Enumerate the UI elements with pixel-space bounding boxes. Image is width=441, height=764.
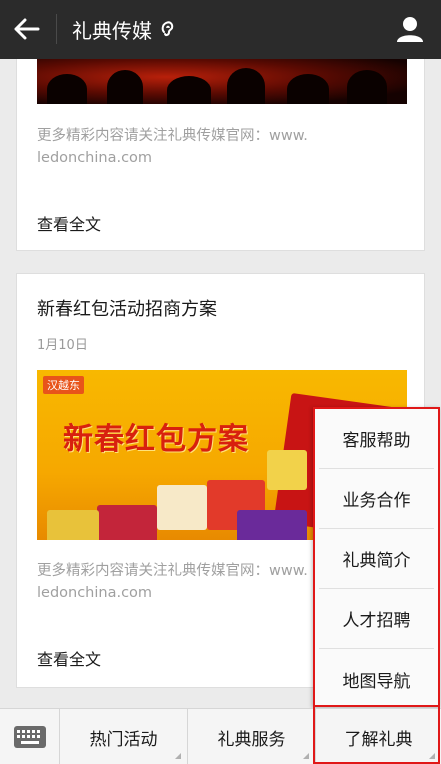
read-more-link[interactable]: 查看全文: [37, 646, 101, 670]
article-card[interactable]: 更多精彩内容请关注礼典传媒官网：www. ledonchina.com 查看全文: [16, 59, 425, 251]
menu-item-customer-help[interactable]: 客服帮助: [319, 409, 434, 469]
submenu-indicator-icon: [429, 753, 435, 759]
page-title: 礼典传媒: [72, 18, 152, 43]
read-more-link[interactable]: 查看全文: [37, 211, 101, 235]
submenu-indicator-icon: [303, 753, 309, 759]
user-icon: [397, 17, 423, 42]
tab-label: 礼典服务: [217, 729, 286, 750]
menu-item-careers[interactable]: 人才招聘: [319, 589, 434, 649]
menu-item-map-navigation[interactable]: 地图导航: [319, 649, 434, 709]
profile-button[interactable]: [391, 10, 429, 48]
top-bar: 礼典传媒: [0, 0, 441, 59]
tab-hot-events[interactable]: 热门活动: [60, 709, 188, 764]
submenu-indicator-icon: [175, 753, 181, 759]
keyboard-toggle-button[interactable]: [0, 709, 60, 764]
bottom-menu-bar: 热门活动 礼典服务 了解礼典: [0, 708, 441, 764]
menu-item-company-intro[interactable]: 礼典简介: [319, 529, 434, 589]
banner-logo: 汉越东: [43, 376, 84, 394]
arrow-left-icon: [14, 18, 40, 40]
tab-label: 了解礼典: [344, 729, 413, 750]
ear-icon[interactable]: [160, 20, 176, 38]
tab-label: 热门活动: [89, 729, 158, 750]
article-thumbnail: [37, 59, 407, 104]
article-date: 1月10日: [37, 338, 88, 353]
banner-text: 新春红包方案: [63, 422, 249, 457]
tab-about[interactable]: 了解礼典: [316, 709, 441, 764]
tab-services[interactable]: 礼典服务: [188, 709, 316, 764]
title-area: 礼典传媒: [72, 14, 176, 44]
divider: [56, 14, 57, 44]
article-title[interactable]: 新春红包活动招商方案: [37, 295, 217, 321]
menu-item-business-cooperation[interactable]: 业务合作: [319, 469, 434, 529]
popup-menu: 客服帮助 业务合作 礼典简介 人才招聘 地图导航: [313, 407, 440, 707]
article-excerpt: 更多精彩内容请关注礼典传媒官网：www. ledonchina.com: [37, 128, 308, 166]
back-button[interactable]: [6, 8, 48, 50]
keyboard-icon: [13, 726, 46, 748]
